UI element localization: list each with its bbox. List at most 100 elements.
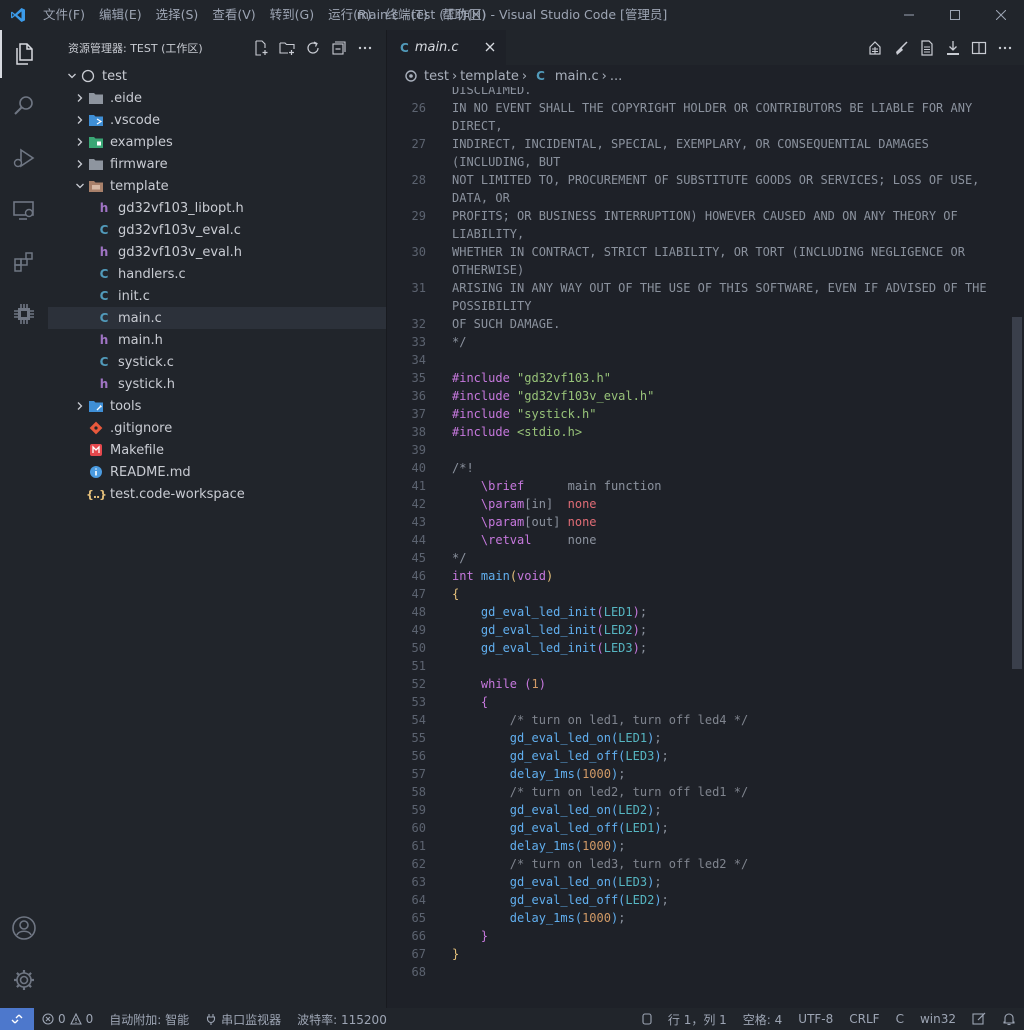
embedded-ide-button[interactable] [0,290,48,338]
menu-item[interactable]: 查看(V) [205,0,262,30]
indentation-item[interactable]: 空格: 4 [735,1008,791,1030]
code-token: INDIRECT, INCIDENTAL, SPECIAL, EXEMPLARY… [452,137,929,151]
code-token: LED1 [603,605,633,619]
manage-button[interactable] [0,956,48,1004]
search-view-button[interactable] [0,82,48,130]
tree-item-label: firmware [110,156,168,172]
tab-main-c[interactable]: C main.c [388,30,506,65]
line-number: 50 [411,641,426,655]
extensions-button[interactable] [0,238,48,286]
serial-monitor-item[interactable]: 串口监视器 [197,1008,289,1030]
scrollbar-thumb[interactable] [1012,317,1022,669]
code-token: gd_eval_led_off [509,749,619,763]
explorer-more-button[interactable] [354,37,376,59]
tree-item[interactable]: h gd32vf103v_eval.h [48,241,386,263]
collapse-folders-button[interactable] [328,37,350,59]
eol-item[interactable]: CRLF [841,1008,887,1030]
tree-item[interactable]: test [48,65,386,87]
editor-scrollbar[interactable] [1010,87,1024,1008]
tree-item[interactable]: examples [48,131,386,153]
flash-download-button[interactable] [942,37,964,59]
code-line: 49 gd_eval_led_init(LED2); [388,621,1008,639]
cursor-position-item[interactable]: 行 1，列 1 [660,1008,735,1030]
maximize-button[interactable] [932,0,978,30]
code-text: IN NO EVENT SHALL THE COPYRIGHT HOLDER O… [452,99,972,117]
language-mode-item[interactable]: C [888,1008,912,1030]
build-log-button[interactable] [916,37,938,59]
encoding-item[interactable]: UTF-8 [790,1008,841,1030]
tree-item[interactable]: Cinit.c [48,285,386,307]
folder-icon [88,90,104,106]
new-file-button[interactable] [250,37,272,59]
code-line: 48 gd_eval_led_init(LED1); [388,603,1008,621]
c-file-icon: C [99,355,109,369]
code-line: 34 [388,351,1008,369]
menu-item[interactable]: 编辑(E) [92,0,149,30]
menu-item[interactable]: 帮助(H) [435,0,493,30]
tree-item[interactable]: template [48,175,386,197]
tree-item[interactable]: tools [48,395,386,417]
tree-item[interactable]: Chandlers.c [48,263,386,285]
breadcrumb-folder[interactable]: template [460,69,519,84]
code-editor[interactable]: DISCLAIMED. 26 IN NO EVENT SHALL THE COPYR… [388,87,1024,1008]
problems-button[interactable]: 0 0 [34,1008,101,1030]
editor-more-button[interactable] [994,37,1016,59]
code-line: 59 gd_eval_led_on(LED2); [388,801,1008,819]
remote-button[interactable] [0,1008,34,1030]
code-token: \brief [480,479,525,493]
menu-item[interactable]: 运行(R) [321,0,378,30]
storage-item[interactable] [634,1008,660,1030]
line-number: 42 [411,497,426,511]
tree-item[interactable]: {..} test.code-workspace [48,483,386,505]
tree-item[interactable]: h systick.h [48,373,386,395]
line-number: 51 [411,659,426,673]
notifications-button[interactable] [994,1008,1024,1030]
tree-item[interactable]: Csystick.c [48,351,386,373]
breadcrumb-symbol[interactable]: ... [610,69,622,84]
code-token: ; [639,623,648,637]
build-button[interactable] [864,37,886,59]
clean-button[interactable] [890,37,912,59]
root-circle-icon [405,70,417,82]
minimize-button[interactable] [886,0,932,30]
code-token: gd_eval_led_on [509,875,611,889]
close-tab-button[interactable] [482,39,498,55]
run-debug-button[interactable] [0,134,48,182]
tree-item[interactable]: README.md [48,461,386,483]
menu-item[interactable]: 选择(S) [149,0,206,30]
split-editor-button[interactable] [968,37,990,59]
code-line: 26 IN NO EVENT SHALL THE COPYRIGHT HOLDER… [388,99,1008,117]
tree-item[interactable]: h main.h [48,329,386,351]
breadcrumb-root[interactable]: test [424,69,449,84]
close-window-button[interactable] [978,0,1024,30]
breadcrumb-file[interactable]: main.c [555,69,599,84]
code-text: POSSIBILITY [452,297,531,315]
tree-item[interactable]: .eide [48,87,386,109]
remote-explorer-button[interactable] [0,186,48,234]
baud-rate-item[interactable]: 波特率: 115200 [289,1008,395,1030]
menu-item[interactable]: 文件(F) [36,0,92,30]
tree-item[interactable]: .vscode [48,109,386,131]
feedback-button[interactable] [964,1008,994,1030]
explorer-button[interactable] [0,30,48,78]
menu-item[interactable]: 转到(G) [263,0,321,30]
line-number: 34 [411,353,426,367]
tree-item[interactable]: firmware [48,153,386,175]
new-folder-button[interactable] [276,37,298,59]
platform-item[interactable]: win32 [912,1008,964,1030]
tree-item[interactable]: h gd32vf103_libopt.h [48,197,386,219]
auto-attach-item[interactable]: 自动附加: 智能 [101,1008,197,1030]
menu-item[interactable]: 终端(T) [379,0,435,30]
tree-item[interactable]: Cmain.c [48,307,386,329]
tree-item[interactable]: Makefile [48,439,386,461]
code-line: 45 */ [388,549,1008,567]
line-number: 54 [411,713,426,727]
tree-item[interactable]: .gitignore [48,417,386,439]
code-text: \retval none [452,531,597,549]
accounts-button[interactable] [0,904,48,952]
tree-item[interactable]: Cgd32vf103v_eval.c [48,219,386,241]
refresh-explorer-button[interactable] [302,37,324,59]
